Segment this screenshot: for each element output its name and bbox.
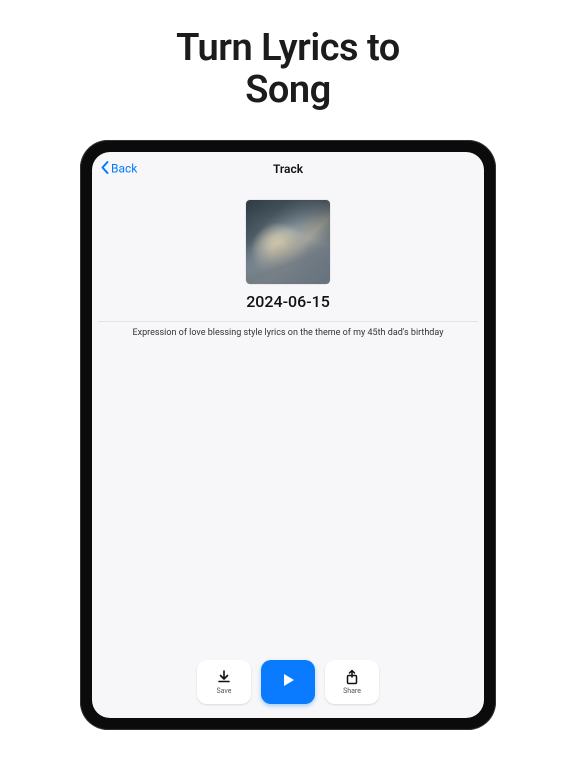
content-area: 2024-06-15 Expression of love blessing s… — [92, 186, 484, 654]
track-date: 2024-06-15 — [246, 292, 330, 311]
nav-bar: Back Track — [92, 152, 484, 186]
back-label: Back — [111, 162, 137, 176]
play-icon — [279, 671, 297, 693]
headline-line-2: Song — [245, 68, 331, 112]
divider — [98, 321, 478, 322]
headline-line-1: Turn Lyrics to — [176, 26, 400, 70]
share-label: Share — [343, 687, 361, 695]
share-button[interactable]: Share — [325, 660, 379, 704]
save-button[interactable]: Save — [197, 660, 251, 704]
play-button[interactable] — [261, 660, 315, 704]
chevron-left-icon — [100, 160, 110, 177]
device-screen: Back Track 2024-06-15 Expression of love… — [92, 152, 484, 718]
bottom-action-bar: Save Share — [92, 654, 484, 718]
device-frame: Back Track 2024-06-15 Expression of love… — [80, 140, 496, 730]
track-cover-image — [246, 200, 330, 284]
nav-title: Track — [273, 162, 303, 176]
share-icon — [344, 669, 360, 685]
save-label: Save — [217, 687, 232, 695]
back-button[interactable]: Back — [100, 160, 137, 177]
download-icon — [216, 669, 232, 685]
track-description: Expression of love blessing style lyrics… — [117, 328, 460, 338]
page: Turn Lyrics to Song Back Track 2024-06-1… — [0, 0, 576, 768]
headline: Turn Lyrics to Song — [176, 28, 400, 112]
